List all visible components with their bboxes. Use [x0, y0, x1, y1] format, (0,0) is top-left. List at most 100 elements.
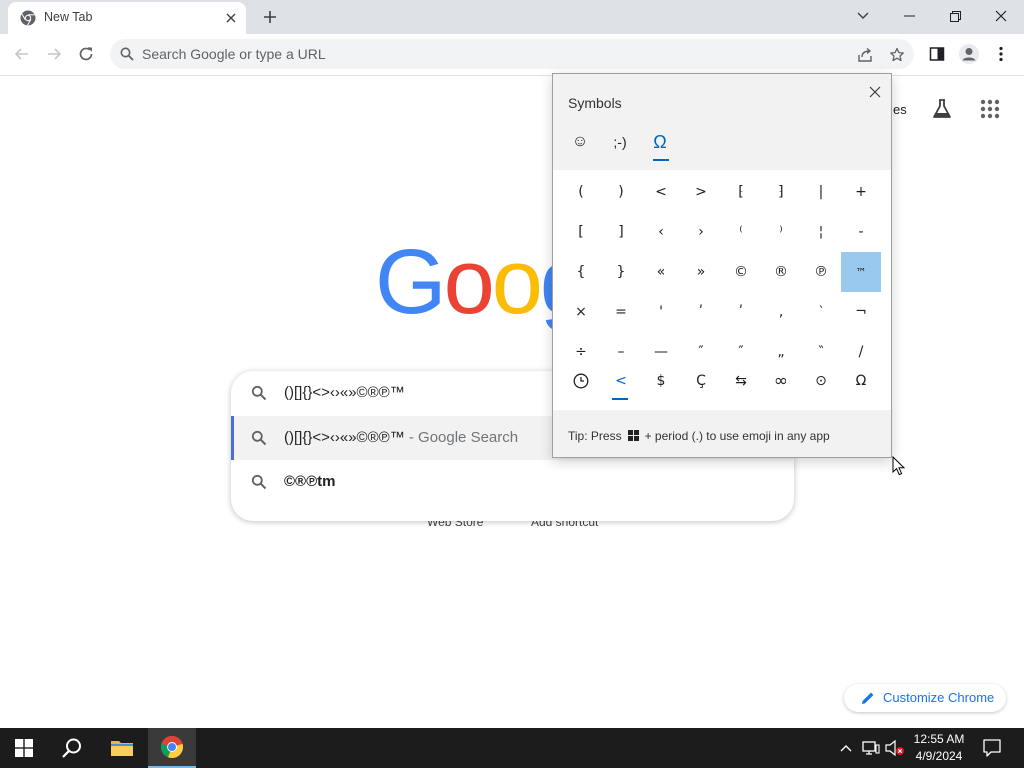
suggestion-query: ()[]{}<>‹›«»©®℗™ [284, 429, 405, 446]
search-input-text[interactable]: ()[]{}<>‹›«»©®℗™ [284, 384, 405, 401]
symbol-cell[interactable]: ] [601, 212, 641, 252]
browser-toolbar: Search Google or type a URL [0, 34, 1024, 76]
symbol-cell[interactable]: « [641, 252, 681, 292]
search-labs-flask-icon[interactable] [931, 98, 953, 120]
reload-icon[interactable] [71, 39, 101, 69]
back-arrow-icon[interactable] [7, 39, 37, 69]
tab-search-chevron-icon[interactable] [840, 0, 886, 32]
windows-taskbar: 12:55 AM 4/9/2024 [0, 728, 1024, 768]
symbol-cell[interactable]: › [681, 212, 721, 252]
logo-letter-o1: o [443, 231, 495, 333]
symbol-cell[interactable]: ℗ [801, 252, 841, 292]
search-icon [251, 385, 267, 401]
latin-c-cedilla-icon[interactable]: Ç [681, 366, 721, 396]
math-infinity-icon[interactable]: ∞ [761, 366, 801, 396]
symbols-tip: Tip: Press + period (.) to use emoji in a… [568, 429, 830, 443]
notifications-icon[interactable] [976, 728, 1008, 768]
volume-muted-icon[interactable] [884, 728, 906, 768]
file-explorer-folder-icon[interactable] [98, 728, 146, 768]
symbol-cell[interactable]: ‵ [801, 292, 841, 332]
symbol-cell[interactable]: > [681, 172, 721, 212]
suggestion-text: ©®℗tm [284, 473, 336, 490]
symbol-cell[interactable]: ⁅ [721, 172, 761, 212]
search-icon [120, 47, 134, 61]
close-icon[interactable] [865, 82, 885, 102]
symbol-cell[interactable]: ( [561, 172, 601, 212]
menu-kebab-icon[interactable] [986, 39, 1016, 69]
emoji-tab-smiley-icon[interactable]: ☺ [565, 129, 595, 155]
active-subtab-indicator [612, 398, 628, 400]
kaomoji-tab-icon[interactable]: ;-) [605, 129, 635, 155]
symbols-panel-title: Symbols [568, 95, 622, 111]
network-icon[interactable] [860, 728, 882, 768]
logo-letter-o2: o [491, 231, 543, 333]
symbol-cell[interactable]: ¬ [841, 292, 881, 332]
side-panel-icon[interactable] [922, 39, 952, 69]
suggestion-text: ()[]{}<>‹›«»©®℗™ - Google Search [284, 429, 518, 446]
symbols-grid: ( ) < > ⁅ ⁆ | + [ ] ‹ › ⁽ ⁾ ¦ - { } « » … [553, 170, 891, 410]
logo-letter-g: G [375, 231, 447, 333]
tab-new-tab[interactable]: New Tab [8, 2, 246, 34]
symbol-cell[interactable]: ¦ [801, 212, 841, 252]
currency-dollar-icon[interactable]: $ [641, 366, 681, 396]
recent-clock-icon[interactable] [561, 366, 601, 396]
bookmark-star-icon[interactable] [888, 46, 906, 64]
supplemental-circled-dot-icon[interactable]: ⊙ [801, 366, 841, 396]
forward-arrow-icon[interactable] [39, 39, 69, 69]
symbol-cell[interactable]: ' [641, 292, 681, 332]
symbol-cell[interactable]: - [841, 212, 881, 252]
profile-avatar-icon[interactable] [954, 39, 984, 69]
symbol-cell[interactable]: } [601, 252, 641, 292]
mouse-pointer-icon [892, 456, 906, 476]
new-tab-plus-icon[interactable] [256, 5, 284, 29]
symbols-tab-omega-icon[interactable]: Ω [645, 129, 675, 155]
symbol-cell-selected[interactable]: ™ [841, 252, 881, 292]
google-apps-grid-icon[interactable] [980, 99, 1000, 119]
taskbar-clock-date[interactable]: 4/9/2024 [906, 749, 972, 763]
symbol-cell[interactable]: » [681, 252, 721, 292]
tab-close-icon[interactable] [222, 9, 240, 27]
search-icon [251, 430, 267, 446]
tab-strip: New Tab [0, 0, 1024, 34]
taskbar-clock-time[interactable]: 12:55 AM [906, 732, 972, 746]
taskbar-chrome-icon[interactable] [148, 728, 196, 768]
tray-chevron-up-icon[interactable] [838, 728, 854, 768]
language-omega-icon[interactable]: Ω [841, 366, 881, 396]
geometric-arrows-icon[interactable]: ⇆ [721, 366, 761, 396]
images-link-partial[interactable]: es [893, 102, 907, 117]
omnibox-placeholder: Search Google or type a URL [142, 46, 326, 62]
symbol-cell[interactable]: × [561, 292, 601, 332]
pencil-icon [862, 692, 874, 704]
symbol-cell[interactable]: ʹ [681, 292, 721, 332]
punctuation-less-than-icon[interactable]: < [601, 366, 641, 396]
symbol-cell[interactable]: = [601, 292, 641, 332]
symbol-cell[interactable]: © [721, 252, 761, 292]
symbol-cell[interactable]: ⁽ [721, 212, 761, 252]
chrome-favicon-icon [20, 10, 36, 26]
windows-logo-icon [627, 430, 639, 441]
active-category-indicator [653, 159, 669, 161]
share-icon[interactable] [856, 46, 874, 64]
symbol-cell[interactable]: ‚ [761, 292, 801, 332]
symbol-cell[interactable]: | [801, 172, 841, 212]
symbol-cell[interactable]: { [561, 252, 601, 292]
symbol-cell[interactable]: ⁆ [761, 172, 801, 212]
customize-chrome-label: Customize Chrome [883, 690, 995, 705]
symbol-cell[interactable]: ) [601, 172, 641, 212]
start-windows-logo-icon[interactable] [0, 728, 48, 768]
omnibox[interactable]: Search Google or type a URL [110, 39, 914, 69]
symbol-cell[interactable]: ® [761, 252, 801, 292]
symbol-cell[interactable]: < [641, 172, 681, 212]
taskbar-search-icon[interactable] [48, 728, 96, 768]
customize-chrome-button[interactable]: Customize Chrome [844, 684, 1006, 712]
close-window-icon[interactable] [978, 0, 1024, 32]
symbol-cell[interactable]: ⁾ [761, 212, 801, 252]
suggestion-row[interactable]: ©®℗tm [231, 460, 794, 504]
restore-icon[interactable] [932, 0, 978, 32]
symbol-cell[interactable]: ʹ [721, 292, 761, 332]
symbol-cell[interactable]: ‹ [641, 212, 681, 252]
symbol-cell[interactable]: [ [561, 212, 601, 252]
symbol-cell[interactable]: + [841, 172, 881, 212]
minimize-icon[interactable] [886, 0, 932, 32]
suggestion-suffix: - Google Search [404, 429, 519, 446]
